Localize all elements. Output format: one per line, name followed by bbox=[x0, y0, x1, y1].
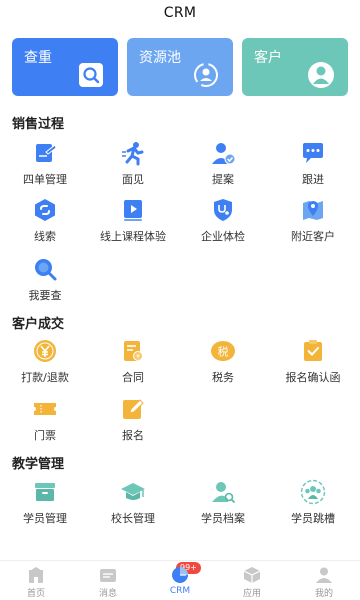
tab-label: CRM bbox=[169, 586, 191, 596]
tab-crm[interactable]: CRM bbox=[144, 561, 216, 600]
contract-icon: ¥ bbox=[124, 341, 143, 361]
tab-home[interactable]: 首页 bbox=[0, 561, 72, 600]
tab-label: 我的 bbox=[314, 589, 333, 599]
tab-label: 消息 bbox=[98, 589, 117, 599]
card-label: 查重 bbox=[24, 50, 52, 66]
menu-item-label: 四单管理 bbox=[23, 173, 67, 186]
menu-item-enterprise-check[interactable]: 企业体检 bbox=[178, 197, 268, 244]
refresh-user-icon bbox=[194, 63, 218, 87]
menu-item-tax[interactable]: 税 税务 bbox=[178, 338, 268, 385]
pencil-icon bbox=[123, 399, 144, 419]
card-duplicate-check[interactable]: 查重 bbox=[12, 38, 118, 96]
clipboard-check-icon bbox=[304, 340, 322, 361]
stethoscope-icon bbox=[214, 199, 232, 221]
tax-glyph: 税 bbox=[218, 345, 229, 359]
menu-item-label: 门票 bbox=[34, 429, 56, 442]
menu-item-label: 提案 bbox=[212, 173, 234, 186]
menu-item-proposal[interactable]: 提案 bbox=[178, 140, 268, 187]
user-check-icon bbox=[212, 143, 236, 165]
yen-coin-icon bbox=[34, 340, 56, 362]
card-resource-pool[interactable]: 资源池 bbox=[127, 38, 233, 96]
card-label: 资源池 bbox=[139, 50, 181, 66]
menu-item-label: 线上课程体验 bbox=[100, 230, 166, 243]
document-icon bbox=[36, 144, 57, 162]
message-icon bbox=[100, 569, 116, 582]
menu-item-meeting[interactable]: 面见 bbox=[88, 140, 178, 187]
home-icon bbox=[28, 567, 44, 583]
ticket-icon bbox=[34, 403, 56, 415]
box-icon bbox=[243, 567, 261, 583]
header: CRM bbox=[0, 0, 360, 28]
user-search-icon bbox=[212, 482, 235, 503]
menu-item-label: 学员管理 bbox=[23, 512, 67, 525]
search-icon bbox=[79, 63, 103, 87]
menu-item-label: 报名 bbox=[122, 429, 144, 442]
tab-me[interactable]: 我的 bbox=[288, 561, 360, 600]
chat-bubble-icon bbox=[303, 143, 323, 163]
menu-item-online-course[interactable]: 线上课程体验 bbox=[88, 197, 178, 244]
bottom-tab-bar: 首页 99+ 消息 CRM 应用 我的 bbox=[0, 560, 360, 600]
section-title-teaching: 教学管理 bbox=[12, 457, 65, 472]
tab-label: 首页 bbox=[26, 589, 45, 599]
menu-item-follow-up[interactable]: 跟进 bbox=[268, 140, 358, 187]
group-icon bbox=[300, 479, 326, 505]
menu-item-contract[interactable]: ¥ 合同 bbox=[88, 338, 178, 385]
tab-label: 应用 bbox=[242, 589, 261, 599]
menu-item-label: 跟进 bbox=[302, 173, 324, 186]
page-title: CRM bbox=[163, 5, 197, 21]
menu-item-label: 我要查 bbox=[28, 289, 62, 302]
menu-item-label: 税务 bbox=[212, 371, 234, 384]
person-icon bbox=[308, 62, 334, 88]
menu-item-payment-refund[interactable]: 打款/退款 bbox=[0, 338, 90, 385]
menu-item-label: 附近客户 bbox=[291, 230, 335, 243]
map-pin-icon bbox=[303, 201, 323, 220]
running-person-icon bbox=[122, 142, 144, 166]
graduation-cap-icon bbox=[121, 483, 145, 500]
card-label: 客户 bbox=[254, 50, 282, 66]
section-title-sales: 销售过程 bbox=[12, 117, 65, 132]
inbox-icon bbox=[35, 483, 55, 501]
user-icon bbox=[316, 567, 332, 583]
menu-item-student-records[interactable]: 学员档案 bbox=[178, 479, 268, 526]
menu-item-label: 学员跳槽 bbox=[291, 512, 335, 525]
menu-item-nearby-customers[interactable]: 附近客户 bbox=[268, 197, 358, 244]
card-customers[interactable]: 客户 bbox=[242, 38, 348, 96]
menu-item-registration[interactable]: 报名 bbox=[88, 396, 178, 443]
menu-item-student-transfer[interactable]: 学员跳槽 bbox=[268, 479, 358, 526]
tax-icon: 税 bbox=[211, 341, 235, 361]
menu-item-label: 校长管理 bbox=[111, 512, 155, 525]
menu-item-tickets[interactable]: 门票 bbox=[0, 396, 90, 443]
menu-item-label: 企业体检 bbox=[201, 230, 245, 243]
menu-item-label: 打款/退款 bbox=[21, 371, 69, 384]
play-video-icon bbox=[124, 200, 142, 221]
menu-item-label: 面见 bbox=[122, 173, 144, 186]
tab-messages[interactable]: 99+ 消息 bbox=[72, 561, 201, 600]
menu-item-leads[interactable]: 线索 bbox=[0, 197, 90, 244]
menu-item-label: 学员档案 bbox=[201, 512, 245, 525]
menu-item-four-orders[interactable]: 四单管理 bbox=[0, 140, 90, 187]
pie-chart-icon bbox=[172, 567, 188, 583]
link-icon bbox=[35, 199, 55, 221]
menu-item-search[interactable]: 我要查 bbox=[0, 256, 90, 303]
svg-text:¥: ¥ bbox=[136, 354, 140, 361]
menu-item-label: 报名确认函 bbox=[285, 371, 341, 384]
tab-apps[interactable]: 应用 bbox=[216, 561, 288, 600]
magnifier-icon bbox=[35, 259, 57, 281]
section-title-deal: 客户成交 bbox=[12, 317, 65, 332]
menu-item-label: 合同 bbox=[122, 371, 144, 384]
menu-item-label: 线索 bbox=[34, 230, 56, 243]
menu-item-student-management[interactable]: 学员管理 bbox=[0, 479, 90, 526]
menu-item-registration-confirmation[interactable]: 报名确认函 bbox=[268, 338, 358, 385]
menu-item-principal-management[interactable]: 校长管理 bbox=[88, 479, 178, 526]
quick-cards: 查重 资源池 客户 bbox=[12, 38, 348, 96]
